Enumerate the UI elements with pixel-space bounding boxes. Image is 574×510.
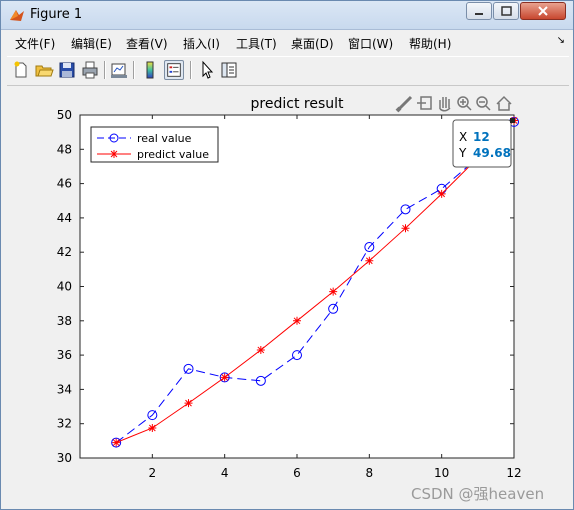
predict-value-point bbox=[148, 423, 157, 432]
window-title: Figure 1 bbox=[30, 7, 83, 22]
y-tick-label: 50 bbox=[57, 108, 72, 122]
y-tick-label: 30 bbox=[57, 451, 72, 465]
property-editor-icon[interactable] bbox=[219, 60, 239, 80]
datatip[interactable]: X 12 Y 49.68 bbox=[452, 118, 515, 168]
predict-value-point bbox=[401, 224, 410, 233]
plot-area bbox=[79, 114, 515, 459]
close-icon bbox=[538, 6, 548, 16]
figure-window: Figure 1 文件(F) 编辑(E) 查看(V) 插入(I) 工具(T) 桌… bbox=[0, 0, 574, 510]
menu-file[interactable]: 文件(F) bbox=[15, 35, 55, 52]
y-tick-label: 46 bbox=[57, 177, 72, 191]
y-tick-label: 44 bbox=[57, 211, 72, 225]
y-tick-label: 36 bbox=[57, 348, 72, 362]
menu-insert[interactable]: 插入(I) bbox=[183, 35, 220, 52]
predict-value-point bbox=[437, 189, 446, 198]
maximize-button[interactable] bbox=[493, 2, 519, 20]
toolbar-separator bbox=[133, 61, 135, 79]
print-icon[interactable] bbox=[80, 60, 100, 80]
chart-title: predict result bbox=[251, 96, 344, 112]
matlab-icon bbox=[10, 10, 24, 21]
x-tick-label: 2 bbox=[149, 466, 157, 480]
predict-value-point bbox=[184, 399, 193, 408]
datatip-y-label: Y bbox=[458, 146, 467, 160]
figure-canvas: predict result 30 32 34 36 38 40 42 44 46 48 50 2 4 6… bbox=[7, 87, 569, 505]
figure-toolbar bbox=[7, 56, 569, 86]
legend-icon[interactable] bbox=[164, 60, 184, 80]
predict-value-point bbox=[365, 256, 374, 265]
x-tick-label: 10 bbox=[434, 466, 449, 480]
y-tick-label: 40 bbox=[57, 280, 72, 294]
menu-help[interactable]: 帮助(H) bbox=[409, 35, 451, 52]
predict-value-point bbox=[293, 316, 301, 325]
menu-window[interactable]: 窗口(W) bbox=[348, 35, 393, 52]
y-tick-label: 48 bbox=[57, 142, 72, 156]
predict-value-point bbox=[220, 373, 229, 382]
y-tick-label: 42 bbox=[57, 245, 72, 259]
x-tick-label: 6 bbox=[293, 466, 301, 480]
pan-icon[interactable] bbox=[439, 97, 451, 112]
datatip-anchor bbox=[510, 118, 515, 123]
minimize-icon bbox=[475, 13, 483, 15]
link-plot-icon[interactable] bbox=[109, 60, 129, 80]
axes-toolbar bbox=[395, 95, 512, 113]
open-file-icon[interactable] bbox=[34, 60, 54, 80]
export-icon[interactable] bbox=[417, 96, 432, 110]
menu-desktop[interactable]: 桌面(D) bbox=[291, 35, 334, 52]
menu-edit[interactable]: 编辑(E) bbox=[71, 35, 112, 52]
new-figure-icon[interactable] bbox=[11, 60, 31, 80]
minimize-button[interactable] bbox=[466, 2, 492, 20]
chart-svg[interactable]: predict result 30323436384042444648502 4 6… bbox=[7, 87, 569, 505]
x-tick-label: 12 bbox=[506, 466, 521, 480]
legend-predict-label: predict value bbox=[137, 148, 209, 161]
legend-real-label: real value bbox=[137, 132, 192, 145]
zoom-out-icon[interactable] bbox=[476, 96, 491, 111]
menu-bar: 文件(F) 编辑(E) 查看(V) 插入(I) 工具(T) 桌面(D) 窗口(W… bbox=[7, 33, 569, 53]
pointer-icon[interactable] bbox=[197, 60, 217, 80]
datatip-x-label: X bbox=[459, 130, 467, 144]
datatip-y-value: 49.68 bbox=[473, 146, 511, 160]
menu-overflow-icon[interactable]: ↘ bbox=[557, 35, 565, 46]
predict-value-point bbox=[112, 438, 121, 447]
x-tick-label: 4 bbox=[221, 466, 229, 480]
menu-view[interactable]: 查看(V) bbox=[126, 35, 168, 52]
maximize-icon bbox=[501, 6, 512, 16]
x-tick-label: 8 bbox=[366, 466, 374, 480]
datatip-x-value: 12 bbox=[473, 130, 490, 144]
toolbar-separator bbox=[190, 61, 192, 79]
home-icon[interactable] bbox=[496, 95, 512, 111]
watermark-text: CSDN @强heaven bbox=[411, 485, 545, 503]
brush-icon[interactable] bbox=[395, 95, 413, 113]
title-bar[interactable]: Figure 1 bbox=[1, 1, 573, 30]
zoom-in-icon[interactable] bbox=[457, 96, 472, 111]
save-icon[interactable] bbox=[57, 60, 77, 80]
predict-value-point bbox=[256, 345, 265, 354]
toolbar-separator bbox=[104, 61, 106, 79]
y-tick-label: 32 bbox=[57, 417, 72, 431]
menu-tools[interactable]: 工具(T) bbox=[236, 35, 277, 52]
close-button[interactable] bbox=[520, 2, 566, 20]
colorbar-icon[interactable] bbox=[140, 60, 160, 80]
legend[interactable]: real value predict value bbox=[90, 126, 219, 163]
y-tick-label: 38 bbox=[57, 314, 72, 328]
y-tick-label: 34 bbox=[57, 382, 72, 396]
predict-value-point bbox=[329, 287, 338, 296]
